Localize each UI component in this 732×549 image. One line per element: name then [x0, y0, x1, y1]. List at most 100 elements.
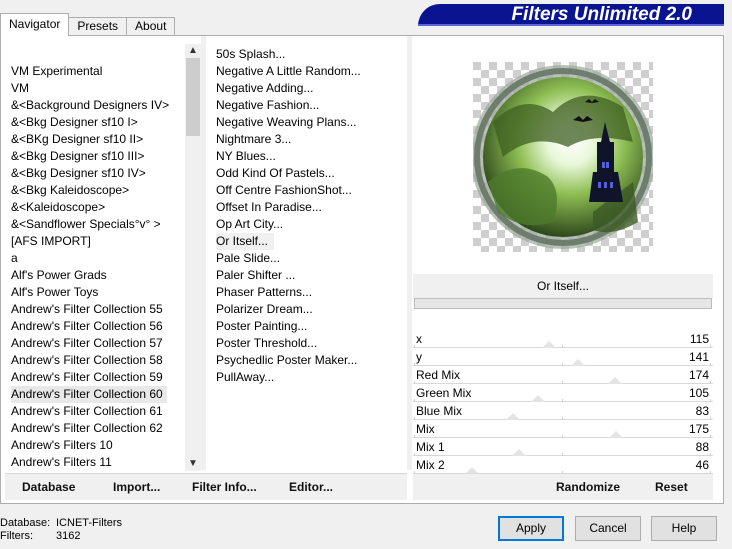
parameter-label: Mix 1: [416, 440, 445, 454]
database-info: Database: ICNET-Filters: [0, 517, 122, 530]
parameter-label: Red Mix: [416, 368, 461, 382]
category-item[interactable]: Alf's Power Grads: [11, 267, 107, 284]
filter-item[interactable]: Polarizer Dream...: [216, 301, 313, 318]
slider-knob[interactable]: [609, 431, 623, 438]
parameter-value: 174: [688, 368, 709, 382]
tab-about[interactable]: About: [126, 17, 176, 36]
randomize-button[interactable]: Randomize: [556, 479, 620, 495]
filter-item[interactable]: Phaser Patterns...: [216, 284, 312, 301]
filter-item[interactable]: Paler Shifter ...: [216, 267, 295, 284]
filters-count: 3162: [56, 530, 81, 542]
progress-bar: [414, 298, 712, 309]
filter-item[interactable]: Negative Weaving Plans...: [216, 114, 357, 131]
filter-item[interactable]: Negative Adding...: [216, 80, 313, 97]
import-button[interactable]: Import...: [113, 479, 160, 495]
filter-item[interactable]: Or Itself...: [216, 233, 275, 250]
scroll-up-icon[interactable]: ▲: [185, 44, 201, 58]
slider-knob[interactable]: [608, 377, 622, 384]
filter-item[interactable]: Psychedlic Poster Maker...: [216, 352, 357, 369]
parameter-slider[interactable]: Mix 2 46: [413, 456, 713, 474]
category-item[interactable]: &<Bkg Designer sf10 IV>: [11, 165, 146, 182]
filter-item[interactable]: Nightmare 3...: [216, 131, 291, 148]
filter-item[interactable]: Pale Slide...: [216, 250, 280, 267]
filter-item[interactable]: Negative Fashion...: [216, 97, 319, 114]
tab-presets[interactable]: Presets: [68, 17, 128, 36]
category-item[interactable]: Andrew's Filter Collection 55: [11, 301, 163, 318]
filter-list[interactable]: 50s Splash... Negative A Little Random...…: [211, 41, 407, 475]
category-item[interactable]: &<Bkg Kaleidoscope>: [11, 182, 129, 199]
category-item[interactable]: Andrew's Filter Collection 57: [11, 335, 163, 352]
category-item[interactable]: a: [11, 250, 18, 267]
filter-item[interactable]: 50s Splash...: [216, 46, 285, 63]
parameter-slider[interactable]: Mix 1 88: [413, 438, 713, 456]
filters-info: Filters: 3162: [0, 530, 80, 543]
slider-knob[interactable]: [512, 449, 526, 456]
slider-knob[interactable]: [506, 413, 520, 420]
category-item[interactable]: &<BKg Designer sf10 II>: [11, 131, 143, 148]
cancel-button[interactable]: Cancel: [575, 516, 641, 541]
app-banner: Filters Unlimited 2.0: [418, 4, 724, 26]
current-filter-title: Or Itself...: [413, 274, 713, 299]
category-item[interactable]: Andrew's Filter Collection 56: [11, 318, 163, 335]
filter-item[interactable]: Op Art City...: [216, 216, 283, 233]
category-item[interactable]: VM Experimental: [11, 63, 102, 80]
parameter-value: 105: [688, 386, 709, 400]
filter-item[interactable]: Off Centre FashionShot...: [216, 182, 352, 199]
parameter-slider[interactable]: Mix 175: [413, 420, 713, 438]
editor-button[interactable]: Editor...: [289, 479, 333, 495]
help-button[interactable]: Help: [651, 516, 717, 541]
category-item[interactable]: Andrew's Filters 10: [11, 437, 113, 454]
slider-knob[interactable]: [542, 341, 556, 348]
parameter-slider[interactable]: Green Mix 105: [413, 384, 713, 402]
parameter-label: Mix 2: [416, 458, 445, 472]
category-item[interactable]: Andrew's Filter Collection 60: [11, 386, 167, 403]
slider-knob[interactable]: [531, 395, 545, 402]
parameter-label: Mix: [416, 422, 435, 436]
parameter-slider[interactable]: x 115: [413, 330, 713, 348]
filter-item[interactable]: NY Blues...: [216, 148, 276, 165]
scroll-thumb[interactable]: [186, 58, 200, 136]
parameter-slider[interactable]: y 141: [413, 348, 713, 366]
parameter-value: 175: [688, 422, 709, 436]
left-toolbar: Database Import... Filter Info... Editor…: [5, 473, 407, 500]
category-item[interactable]: &<Background Designers IV>: [11, 97, 169, 114]
navigator-panel: VM Experimental VM &<Background Designers…: [0, 35, 724, 504]
filter-info-button[interactable]: Filter Info...: [192, 479, 257, 495]
category-item[interactable]: Andrew's Filter Collection 62: [11, 420, 163, 437]
preview-area: [413, 36, 713, 273]
slider-knob[interactable]: [571, 359, 585, 366]
divider: [201, 36, 206, 470]
category-scrollbar[interactable]: ▲ ▼: [185, 44, 201, 471]
filter-item[interactable]: Poster Painting...: [216, 318, 307, 335]
scroll-down-icon[interactable]: ▼: [185, 457, 201, 471]
category-item[interactable]: &<Bkg Designer sf10 III>: [11, 148, 144, 165]
filter-item[interactable]: Offset In Paradise...: [216, 199, 322, 216]
category-list[interactable]: VM Experimental VM &<Background Designers…: [5, 41, 201, 475]
reset-button[interactable]: Reset: [655, 479, 688, 495]
category-item[interactable]: Andrew's Filter Collection 59: [11, 369, 163, 386]
category-item[interactable]: Alf's Power Toys: [11, 284, 98, 301]
database-value: ICNET-Filters: [56, 517, 122, 529]
filter-item[interactable]: Negative A Little Random...: [216, 63, 361, 80]
parameter-label: y: [416, 350, 422, 364]
tab-navigator[interactable]: Navigator: [0, 13, 70, 36]
apply-button[interactable]: Apply: [498, 516, 564, 541]
parameter-sliders: x 115 y 141 Red Mix 174 Green Mix 105 Blue Mix 83…: [413, 330, 713, 474]
parameter-value: 83: [695, 404, 709, 418]
filter-item[interactable]: PullAway...: [216, 369, 274, 386]
parameter-label: Green Mix: [416, 386, 472, 400]
category-item[interactable]: Andrew's Filter Collection 58: [11, 352, 163, 369]
database-button[interactable]: Database: [22, 479, 75, 495]
category-item[interactable]: [AFS IMPORT]: [11, 233, 91, 250]
category-item[interactable]: Andrew's Filters 11: [11, 454, 112, 471]
parameter-slider[interactable]: Blue Mix 83: [413, 402, 713, 420]
filter-item[interactable]: Poster Threshold...: [216, 335, 317, 352]
filter-item[interactable]: Odd Kind Of Pastels...: [216, 165, 335, 182]
category-item[interactable]: VM: [11, 80, 29, 97]
category-item[interactable]: &<Kaleidoscope>: [11, 199, 105, 216]
category-item[interactable]: &<Bkg Designer sf10 I>: [11, 114, 138, 131]
preview-image: [471, 62, 655, 252]
category-item[interactable]: &<Sandflower Specials°v° >: [11, 216, 161, 233]
category-item[interactable]: Andrew's Filter Collection 61: [11, 403, 163, 420]
parameter-slider[interactable]: Red Mix 174: [413, 366, 713, 384]
